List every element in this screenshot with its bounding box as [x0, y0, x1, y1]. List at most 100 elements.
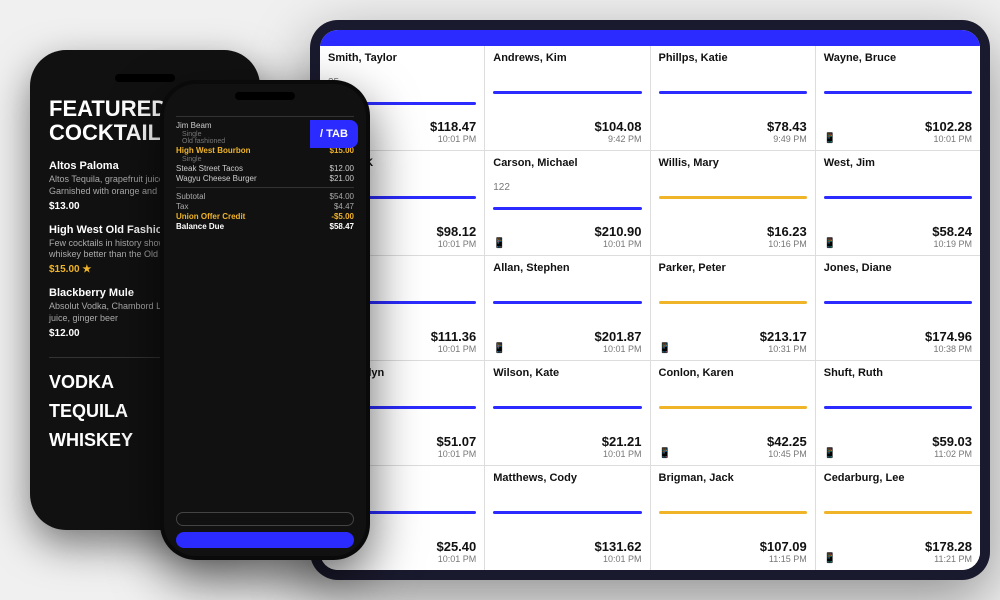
cell-icon: 📱 — [493, 238, 505, 249]
cell-time: 11:02 PM — [932, 449, 972, 459]
cell-time: 10:19 PM — [932, 239, 972, 249]
cell-time: 10:38 PM — [925, 344, 972, 354]
cell-name: Andrews, Kim — [493, 52, 641, 64]
cell-time: 10:01 PM — [925, 134, 972, 144]
cell-amount: $174.96 — [925, 329, 972, 344]
tab-item-name: High West Bourbon — [176, 146, 251, 155]
close-tab-button[interactable] — [176, 512, 354, 526]
cell-name: Jones, Diane — [824, 262, 972, 274]
cell-amount: $78.43 — [767, 119, 807, 134]
grid-cell[interactable]: Wilson, Kate $21.21 10:01 PM — [485, 361, 649, 465]
cell-bar — [493, 301, 641, 304]
total-value: -$5.00 — [331, 212, 354, 221]
grid-cell[interactable]: Cedarburg, Lee 📱 $178.28 11:21 PM — [816, 466, 980, 570]
cell-icon: 📱 — [659, 448, 671, 459]
tab-item-row: Steak Street Tacos $12.00 — [176, 164, 354, 173]
cell-time: 11:21 PM — [925, 554, 972, 564]
total-value: $4.47 — [334, 202, 354, 211]
tablet-header — [320, 30, 980, 46]
cell-icon: 📱 — [824, 448, 836, 459]
grid-cell[interactable]: Willis, Mary $16.23 10:16 PM — [651, 151, 815, 255]
cell-time: 10:01 PM — [595, 239, 642, 249]
cell-time: 11:15 PM — [760, 554, 807, 564]
cell-icon: 📱 — [493, 343, 505, 354]
cell-name: Shuft, Ruth — [824, 367, 972, 379]
cell-bar — [824, 91, 972, 94]
cell-amount: $104.08 — [595, 119, 642, 134]
grid-cell[interactable]: Matthews, Cody $131.62 10:01 PM — [485, 466, 649, 570]
tab-divider-1 — [176, 116, 354, 117]
tab-item-name: Steak Street Tacos — [176, 164, 243, 173]
tab-total-row: Subtotal $54.00 — [176, 192, 354, 201]
cell-time: 10:01 PM — [602, 449, 642, 459]
tab-item-name: Wagyu Cheese Burger — [176, 174, 257, 183]
phone-front: Jim Beam $9.00 SingleOld fashioned High … — [160, 80, 370, 560]
cell-bar — [493, 91, 641, 94]
tab-item-price: $12.00 — [330, 164, 354, 173]
cell-amount: $16.23 — [767, 224, 807, 239]
cell-name: Parker, Peter — [659, 262, 807, 274]
cell-amount: $131.62 — [595, 539, 642, 554]
cell-bar — [493, 511, 641, 514]
tablet: Smith, Taylor 25 $118.47 10:01 PM Andrew… — [310, 20, 990, 580]
cell-amount: $213.17 — [760, 329, 807, 344]
cell-bar — [824, 301, 972, 304]
cell-name: Carson, Michael — [493, 157, 641, 169]
tab-item-price: $21.00 — [330, 174, 354, 183]
grid-cell[interactable]: Shuft, Ruth 📱 $59.03 11:02 PM — [816, 361, 980, 465]
grid-cell[interactable]: Brigman, Jack $107.09 11:15 PM — [651, 466, 815, 570]
grid-cell[interactable]: Jones, Diane $174.96 10:38 PM — [816, 256, 980, 360]
cell-time: 10:01 PM — [595, 344, 642, 354]
cell-bar — [659, 196, 807, 199]
cell-amount: $111.36 — [431, 329, 477, 344]
tab-total-row: Balance Due $58.47 — [176, 222, 354, 231]
cell-amount: $59.03 — [932, 434, 972, 449]
cell-name: Smith, Taylor — [328, 52, 476, 64]
cell-time: 10:01 PM — [431, 344, 477, 354]
cell-icon: 📱 — [824, 133, 836, 144]
grid-cell[interactable]: Conlon, Karen 📱 $42.25 10:45 PM — [651, 361, 815, 465]
cell-name: Willis, Mary — [659, 157, 807, 169]
grid-cell[interactable]: Phillps, Katie $78.43 9:49 PM — [651, 46, 815, 150]
cell-amount: $25.40 — [436, 539, 476, 554]
cell-bar — [493, 406, 641, 409]
cell-name: Wayne, Bruce — [824, 52, 972, 64]
total-label: Union Offer Credit — [176, 212, 245, 221]
cell-bar — [824, 196, 972, 199]
cell-name: West, Jim — [824, 157, 972, 169]
tab-item-sub: Single — [176, 156, 354, 163]
cell-icon: 📱 — [824, 238, 836, 249]
grid-cell[interactable]: Wayne, Bruce 📱 $102.28 10:01 PM — [816, 46, 980, 150]
add-items-button[interactable] — [176, 532, 354, 548]
cell-amount: $98.12 — [436, 224, 476, 239]
tab-totals: Subtotal $54.00 Tax $4.47 Union Offer Cr… — [176, 192, 354, 231]
cell-time: 10:01 PM — [595, 554, 642, 564]
cell-time: 10:45 PM — [767, 449, 807, 459]
cell-amount: $201.87 — [595, 329, 642, 344]
cell-amount: $118.47 — [430, 119, 476, 134]
phone-notch-front — [235, 92, 295, 100]
cell-amount: $42.25 — [767, 434, 807, 449]
tab-item-name: Jim Beam — [176, 121, 212, 130]
cell-time: 10:01 PM — [436, 554, 476, 564]
total-label: Tax — [176, 202, 188, 211]
phone-front-content: Jim Beam $9.00 SingleOld fashioned High … — [164, 100, 366, 504]
total-label: Balance Due — [176, 222, 224, 231]
grid-cell[interactable]: Parker, Peter 📱 $213.17 10:31 PM — [651, 256, 815, 360]
tablet-screen: Smith, Taylor 25 $118.47 10:01 PM Andrew… — [320, 30, 980, 570]
cell-bar — [659, 301, 807, 304]
cell-amount: $210.90 — [595, 224, 642, 239]
cell-table: 122 — [493, 182, 641, 193]
cell-name: Allan, Stephen — [493, 262, 641, 274]
tab-button[interactable]: / TAB — [310, 120, 358, 148]
phone-notch-back — [115, 74, 175, 82]
grid-cell[interactable]: Allan, Stephen 📱 $201.87 10:01 PM — [485, 256, 649, 360]
cell-name: Matthews, Cody — [493, 472, 641, 484]
grid-cell[interactable]: Andrews, Kim $104.08 9:42 PM — [485, 46, 649, 150]
cell-time: 10:31 PM — [760, 344, 807, 354]
grid-cell[interactable]: West, Jim 📱 $58.24 10:19 PM — [816, 151, 980, 255]
phone-front-inner: Jim Beam $9.00 SingleOld fashioned High … — [164, 84, 366, 556]
cell-time: 9:42 PM — [595, 134, 642, 144]
grid-cell[interactable]: Carson, Michael 122 📱 $210.90 10:01 PM — [485, 151, 649, 255]
cell-name: Wilson, Kate — [493, 367, 641, 379]
